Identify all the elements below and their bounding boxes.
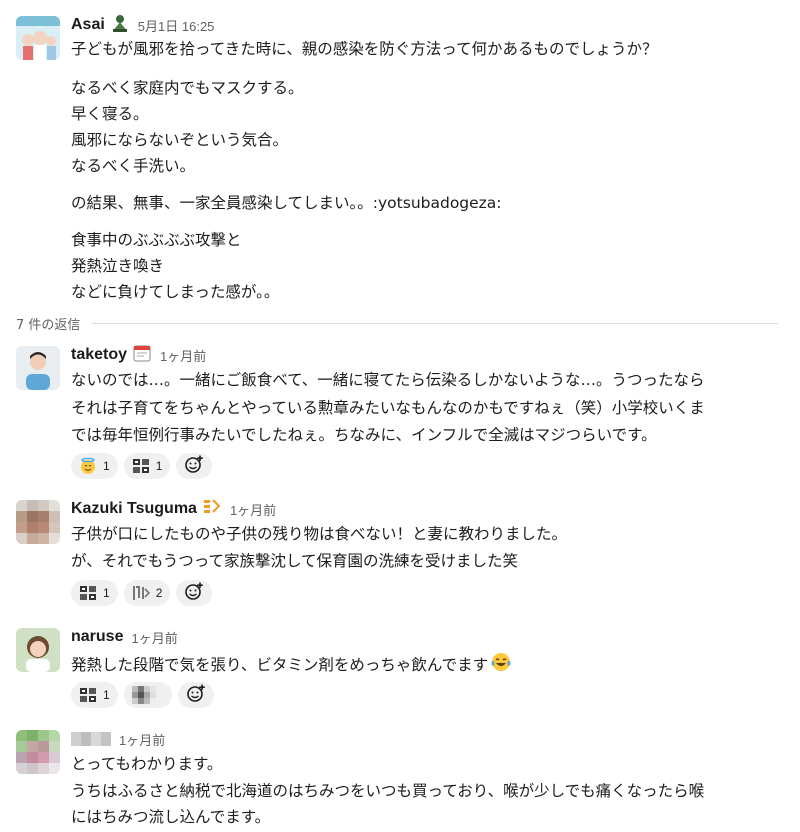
custom-stamp-icon [132, 457, 150, 475]
add-emoji-icon [184, 581, 204, 605]
calendar-status-icon [132, 343, 152, 367]
reaction-stamp[interactable]: 1 [123, 453, 171, 479]
reply-message: naruse 1ヶ月前 発熱した段階で気を張り、ビタミン剤をめっちゃ飲んでます [0, 622, 800, 718]
message-line: にはちみつ流し込んでます。 [71, 808, 271, 826]
message-text: 発熱した段階で気を張り、ビタミン剤をめっちゃ飲んでます [71, 656, 489, 674]
tears-of-joy-icon [490, 651, 512, 679]
message-line: が、それでもうつって家族撃沈して保育園の洗練を受けました笑 [71, 552, 519, 570]
reaction-count: 1 [155, 459, 163, 473]
message-line: それは子育てをちゃんとやっている勲章みたいなもんなのかもですねぇ（笑）小学校いく… [71, 399, 705, 417]
reply-message: 1ヶ月前 とってもわかります。 うちはふるさと納税で北海道のはちみつをいつも買っ… [0, 724, 800, 832]
author-name[interactable]: taketoy [71, 346, 127, 364]
message-line: 発熱した段階で気を張り、ビタミン剤をめっちゃ飲んでます [71, 651, 512, 679]
message-line: 早く寝る。 [71, 105, 149, 123]
reaction-stamp[interactable]: 1 [71, 580, 118, 606]
divider-line [92, 322, 778, 324]
innocent-face-icon [79, 457, 97, 475]
author-name[interactable]: Kazuki Tsuguma [71, 500, 197, 518]
custom-stamp-icon [79, 584, 97, 602]
avatar[interactable] [16, 500, 60, 544]
dogeza-status-icon [110, 13, 130, 37]
message-line: なるべく手洗い。 [71, 157, 196, 175]
reply-count-label: 7 件の返信 [16, 317, 81, 333]
reaction-bar: 1 1 [71, 453, 213, 479]
timestamp[interactable]: 5月1日 16:25 [138, 16, 215, 35]
replies-divider: 7 件の返信 [16, 312, 778, 334]
avatar[interactable] [16, 628, 60, 672]
add-reaction-button[interactable] [177, 682, 214, 708]
avatar[interactable] [16, 730, 60, 774]
message-line: の結果、無事、一家全員感染してしまい。。:yotsubadogeza: [71, 194, 502, 212]
reaction-blurred[interactable] [123, 682, 172, 708]
reaction-bar: 1 2 [71, 580, 213, 606]
avatar[interactable] [16, 346, 60, 390]
reaction-text-stamp[interactable]: 2 [123, 580, 171, 606]
message-line: 子供が口にしたものや子供の残り物は食べない！と妻に教わりました。 [71, 525, 568, 543]
reaction-bar: 1 [71, 682, 214, 708]
reaction-stamp[interactable]: 1 [71, 682, 118, 708]
message-line: では毎年恒例行事みたいでしたねぇ。ちなみに、インフルで全滅はマジつらいです。 [71, 426, 657, 444]
reply-message: taketoy 1ヶ月前 ないのでは…。一緒にご飯食べて、一緒に寝てたら伝染るし… [0, 340, 800, 480]
timestamp[interactable]: 1ヶ月前 [160, 346, 206, 365]
reaction-innocent[interactable]: 1 [71, 453, 118, 479]
message-line: ないのでは…。一緒にご飯食べて、一緒に寝てたら伝染るしかないような…。うつったな… [71, 371, 705, 389]
message-line: 子どもが風邪を拾ってきた時に、親の感染を防ぐ方法って何かあるものでしょうか？ [71, 40, 658, 58]
reply-message: Kazuki Tsuguma 1ヶ月前 子供が口にしたものや子供の残り物は食べな… [0, 494, 800, 614]
add-reaction-button[interactable] [176, 580, 213, 606]
redacted-author-name[interactable] [71, 732, 111, 746]
message-line: などに負けてしまった感が。。 [71, 283, 280, 301]
reaction-count: 1 [103, 688, 110, 702]
message-line: なるべく家庭内でもマスクする。 [71, 79, 304, 97]
custom-text-stamp-icon [132, 584, 150, 602]
parent-message: Asai 5月1日 16:25 子どもが風邪を拾ってきた時に、親の感染を防ぐ方法… [0, 0, 800, 301]
add-emoji-icon [184, 454, 204, 478]
timestamp[interactable]: 1ヶ月前 [131, 628, 177, 647]
custom-status-icon [202, 497, 222, 521]
timestamp[interactable]: 1ヶ月前 [230, 500, 276, 519]
message-line: 風邪にならないぞという気合。 [71, 131, 289, 149]
reaction-count: 1 [103, 459, 110, 473]
message-line: とってもわかります。 [71, 755, 223, 773]
message-line: 食事中のぶぶぶぶ攻撃と [71, 231, 242, 249]
author-name[interactable]: Asai [71, 16, 105, 34]
custom-stamp-icon [79, 686, 97, 704]
reaction-count: 2 [155, 586, 163, 600]
blurred-stamp-icon [131, 686, 158, 704]
reaction-count: 1 [103, 586, 110, 600]
author-name[interactable]: naruse [71, 628, 123, 646]
avatar[interactable] [16, 16, 60, 60]
add-emoji-icon [186, 683, 206, 707]
add-reaction-button[interactable] [176, 453, 213, 479]
message-line: うちはふるさと納税で北海道のはちみつをいつも買っており、喉が少しでも痛くなったら… [71, 782, 705, 800]
message-line: 発熱泣き喚き [71, 257, 165, 275]
timestamp[interactable]: 1ヶ月前 [119, 730, 165, 749]
